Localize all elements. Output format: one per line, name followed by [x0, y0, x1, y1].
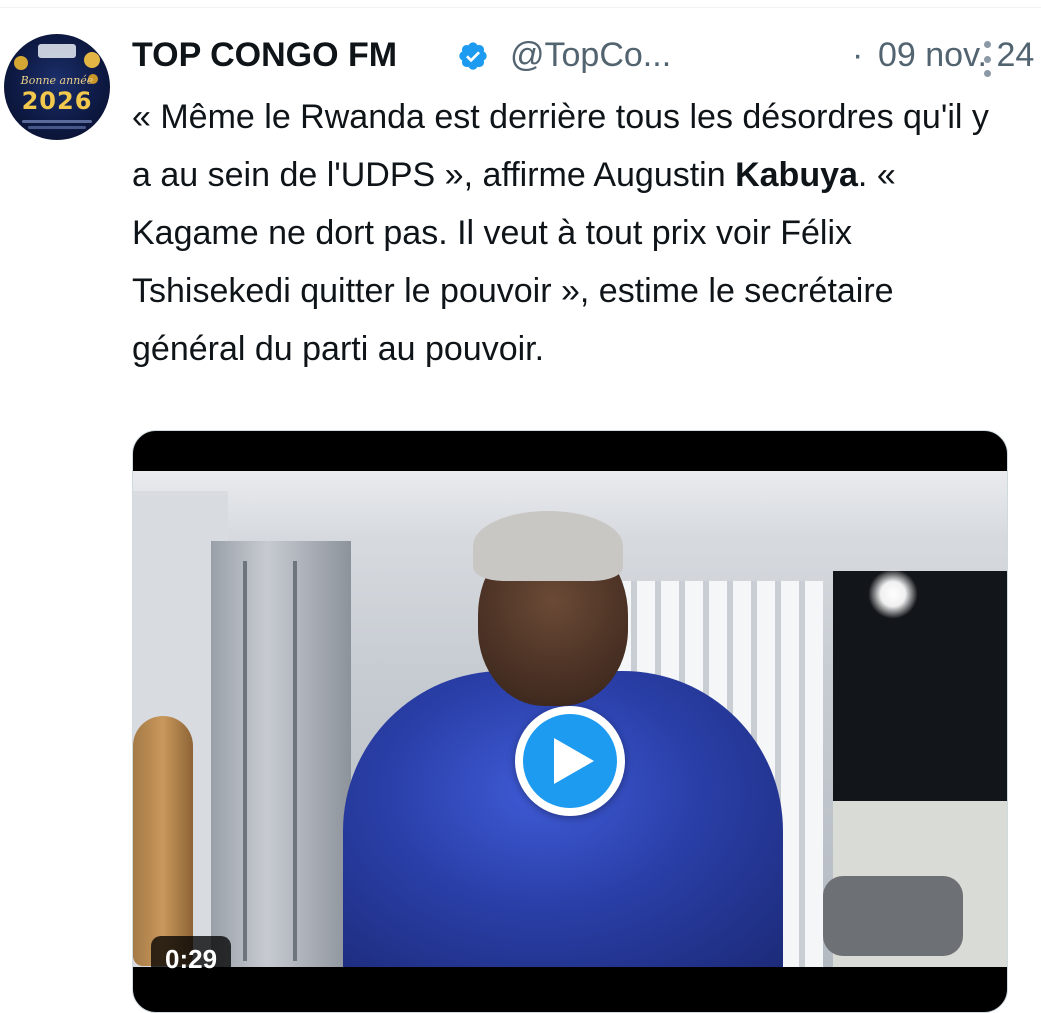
avatar-year: 2026 — [21, 87, 93, 115]
play-button[interactable] — [515, 706, 625, 816]
display-name[interactable]: TOP CONGO FM — [132, 36, 397, 75]
avatar-ornament — [14, 56, 28, 70]
play-icon — [553, 738, 594, 784]
user-handle[interactable]: @TopCo... — [510, 36, 671, 75]
more-vertical-icon[interactable] — [972, 39, 1002, 79]
avatar-greeting: Bonne année — [20, 74, 94, 87]
tweet-text-bold: Kabuya — [735, 156, 858, 194]
video-player[interactable]: 0:29 — [132, 430, 1008, 1013]
timestamp[interactable]: 09 nov. 24 — [878, 36, 1034, 75]
avatar-logo — [38, 44, 76, 58]
avatar-ornament — [84, 52, 100, 68]
video-duration: 0:29 — [151, 936, 232, 982]
avatar-fine-print — [22, 120, 92, 123]
verified-badge-icon[interactable] — [457, 40, 489, 72]
tweet[interactable]: Bonne année 2026 TOP CONGO FM @TopCo... … — [0, 0, 1041, 1013]
separator-dot: · — [852, 36, 864, 74]
tweet-text: « Même le Rwanda est derrière tous les d… — [132, 88, 1012, 378]
avatar-fine-print — [28, 126, 86, 129]
tweet-header: TOP CONGO FM @TopCo... · 09 nov. 24 — [132, 30, 1034, 80]
avatar[interactable]: Bonne année 2026 — [4, 34, 110, 140]
video-thumbnail[interactable] — [133, 471, 1007, 967]
